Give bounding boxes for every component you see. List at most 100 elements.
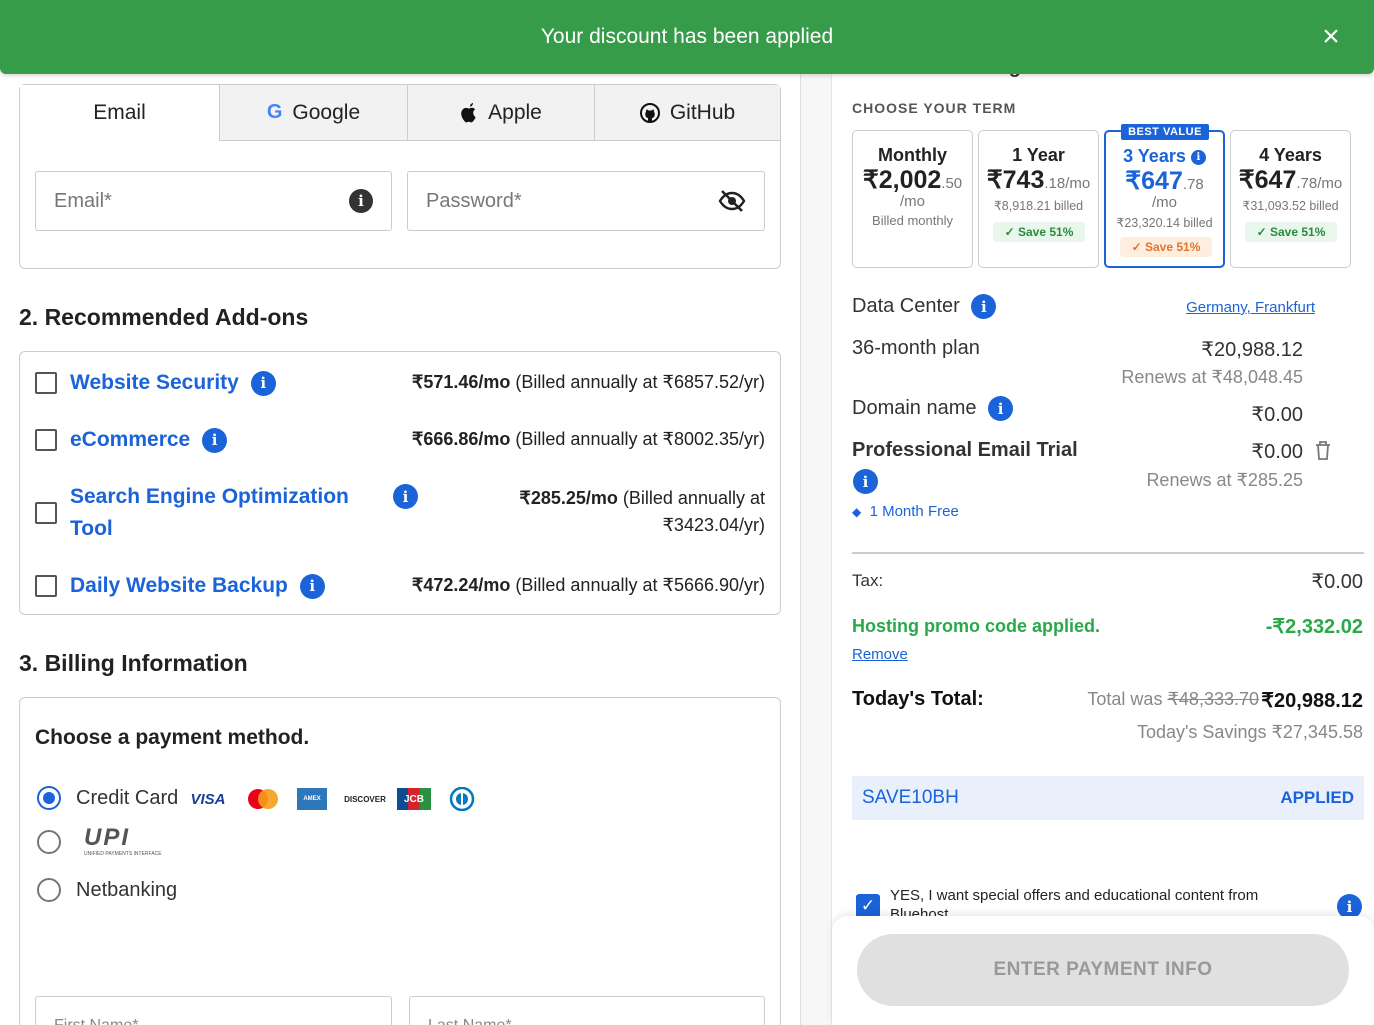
credit-card-radio[interactable] [37,786,61,810]
tab-email[interactable]: Email [20,85,219,141]
auth-tabs: Email G Google Apple GitHub [20,85,780,141]
mastercard-icon [245,788,281,810]
email-placeholder: Email* [54,189,112,212]
jcb-icon: JCB [397,788,431,810]
addon-monthly-price: ₹285.25/mo [519,488,618,508]
banner-message: Your discount has been applied [540,25,834,48]
payment-method-title: Choose a payment method. [35,726,310,749]
addon-monthly-price: ₹666.86/mo [411,429,511,449]
addon-price: ₹472.24/mo (Billed annually at ₹5666.90/… [412,572,765,599]
term-billed: ₹23,320.14 billed [1116,216,1213,230]
term-price-decimal: .78/mo [1296,175,1343,192]
info-icon[interactable]: i [853,469,878,494]
info-icon[interactable]: i [299,573,325,599]
addon-checkbox[interactable] [35,575,57,597]
tab-github[interactable]: GitHub [594,85,780,141]
term-heading: CHOOSE YOUR TERM [852,100,1017,116]
term-option-1-year[interactable]: 1 Year ₹743.18/mo ₹8,918.21 billed ✓ Sav… [978,130,1099,268]
term-price-main: ₹647 [1125,167,1183,195]
savings: Today's Savings ₹27,345.58 [1136,722,1363,742]
last-name-field[interactable]: Last Name* [409,996,765,1025]
addon-name-text: eCommerce [70,428,191,451]
info-icon[interactable]: i [349,189,373,213]
addon-name-text: Daily Website Backup [70,574,288,597]
eye-slash-icon[interactable] [718,190,746,212]
term-price-main: ₹647 [1238,166,1297,194]
addon-checkbox[interactable] [35,372,57,394]
optin-text-line2: Bluehost [890,906,949,916]
addon-checkbox[interactable] [35,429,57,451]
term-billed: ₹31,093.52 billed [1242,199,1339,213]
upi-logo[interactable]: UPI [84,824,130,852]
addon-row: Search Engine Optimization Tool i ₹285.2… [35,481,765,545]
total-was-label: Total was [1087,689,1163,709]
addon-monthly-price: ₹472.24/mo [411,575,511,595]
promo-code: SAVE10BH [862,787,959,808]
addon-billed: (Billed annually at ₹6857.52/yr) [515,372,765,392]
addons-box: Website Security i ₹571.46/mo (Billed an… [19,351,781,615]
data-center-label: Data Center [852,294,960,317]
addon-checkbox[interactable] [35,502,57,524]
addon-name[interactable]: Search Engine Optimization Tool [70,481,370,545]
addon-billed: (Billed annually at ₹3423.04/yr) [622,488,765,535]
diners-icon [446,787,478,811]
addon-name[interactable]: Website Security i [70,367,276,399]
close-icon[interactable]: × [1314,20,1348,54]
credit-card-label[interactable]: Credit Card [76,787,178,810]
addon-monthly-price: ₹571.46/mo [411,372,511,392]
upi-subtitle: UNIFIED PAYMENTS INTERFACE [84,851,162,857]
term-name: 1 Year [1012,145,1065,165]
term-price: ₹647.78 [1106,166,1223,196]
plan-renews: Renews at ₹48,048.45 [1121,367,1303,387]
term-per: /mo [1151,194,1177,211]
tab-google[interactable]: G Google [219,85,407,141]
netbanking-label[interactable]: Netbanking [76,879,177,902]
remove-promo-link[interactable]: Remove [852,646,908,663]
order-summary-panel: Business Hosting CHOOSE YOUR TERM Monthl… [831,56,1374,1025]
addon-billed: (Billed annually at ₹5666.90/yr) [515,575,765,595]
addon-row: eCommerce i ₹666.86/mo (Billed annually … [35,424,765,456]
term-billed: Billed monthly [872,213,953,228]
data-center-link[interactable]: Germany, Frankfurt [1186,299,1315,316]
tab-email-label: Email [93,101,146,124]
promo-applied-label: Hosting promo code applied. [852,616,1101,636]
email-field[interactable]: Email* i [35,171,392,231]
info-icon[interactable]: i [988,396,1014,421]
summary-separator [852,552,1364,554]
total-was-value: ₹48,333.70 [1167,689,1259,709]
google-icon: G [266,101,283,123]
first-name-field[interactable]: First Name* [35,996,392,1025]
password-field[interactable]: Password* [407,171,765,231]
addon-billed: (Billed annually at ₹8002.35/yr) [515,429,765,449]
optin-checkbox[interactable]: ✓ [856,894,880,918]
netbanking-radio[interactable] [37,878,61,902]
domain-price: ₹0.00 [1251,404,1303,426]
tab-apple-label: Apple [488,100,542,124]
term-option-4-years[interactable]: 4 Years ₹647.78/mo ₹31,093.52 billed ✓ S… [1230,130,1351,268]
total-label: Today's Total: [852,688,984,710]
promo-discount: -₹2,332.02 [1265,616,1363,638]
domain-row: Domain name i [852,396,1014,421]
term-option-3-years[interactable]: BEST VALUE 3 Years i ₹647.78 /mo ₹23,320… [1104,124,1225,268]
password-placeholder: Password* [426,189,522,212]
info-icon[interactable]: i [202,427,228,453]
term-option-monthly[interactable]: Monthly ₹2,002.50 /mo Billed monthly [852,130,973,268]
term-name: 4 Years [1259,145,1322,165]
discover-icon: DISCOVER [344,794,386,804]
info-icon[interactable]: i [250,370,276,396]
addon-name[interactable]: Daily Website Backup i [70,570,325,602]
addon-name[interactable]: eCommerce i [70,424,228,456]
total-value: ₹20,988.12 [1261,690,1363,712]
info-icon[interactable]: i [971,294,997,319]
enter-payment-info-button[interactable]: ENTER PAYMENT INFO [857,934,1349,1006]
info-icon[interactable]: i [1190,149,1206,165]
tab-apple[interactable]: Apple [407,85,594,141]
visa-icon: VISA [190,790,226,808]
upi-radio[interactable] [37,830,61,854]
email-trial-price: ₹0.00 [1251,441,1303,463]
addon-row: Daily Website Backup i ₹472.24/mo (Bille… [35,570,765,602]
trash-icon[interactable] [1315,441,1331,460]
billing-box: Choose a payment method. Credit Card VIS… [19,697,781,1025]
term-price: ₹743.18/mo [979,165,1098,195]
info-icon[interactable]: i [393,484,418,509]
